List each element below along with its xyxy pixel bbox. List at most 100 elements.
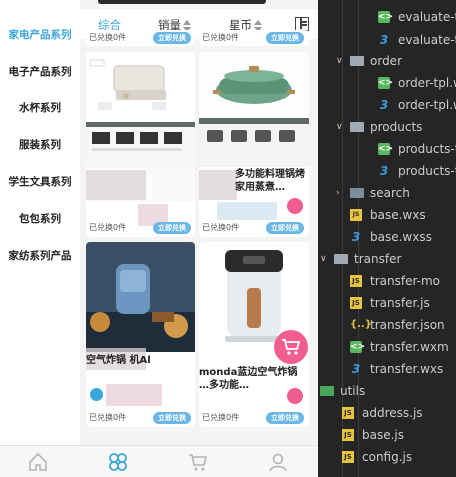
explorer-item[interactable]: {..} transfer.json xyxy=(318,314,456,336)
explorer-item[interactable]: 3 products-t xyxy=(318,160,456,182)
home-icon[interactable] xyxy=(27,451,49,473)
star-icon xyxy=(90,388,103,401)
category-item-clothing[interactable]: 服装系列 xyxy=(0,137,80,152)
category-item-bags[interactable]: 包包系列 xyxy=(0,211,80,226)
blurred-price xyxy=(106,384,162,406)
explorer-item[interactable]: <> transfer.wxm xyxy=(318,336,456,358)
redeem-button[interactable]: 立即兑换 xyxy=(153,32,191,44)
cart-tab-icon[interactable] xyxy=(187,451,209,473)
category-item-textiles[interactable]: 家纺系列产品 xyxy=(0,248,80,263)
mini-program-preview: 家电产品系列 电子产品系列 水杯系列 服装系列 学生文具系列 包包系列 家纺系列… xyxy=(0,0,318,477)
explorer-item-label: transfer.wxm xyxy=(370,340,449,354)
explorer-item[interactable]: 3 transfer.wxs xyxy=(318,358,456,380)
sold-count: 已兑换0件 xyxy=(89,413,127,422)
explorer-item-label: base.wxss xyxy=(370,230,432,244)
explorer-item-label: evaluate-t xyxy=(398,33,456,47)
shopping-cart-icon xyxy=(282,339,301,355)
chevron-right-icon[interactable]: › xyxy=(336,182,340,204)
product-name: 多功能料理锅烤 家用蒸煮… xyxy=(235,169,305,193)
bottom-tab-bar xyxy=(0,445,318,477)
explorer-item-label: transfer-mo xyxy=(370,274,440,288)
cart-icon[interactable] xyxy=(287,388,303,404)
folder-icon xyxy=(350,56,364,66)
category-item-appliances[interactable]: 家电产品系列 xyxy=(0,27,80,42)
explorer-item[interactable]: ∨utils xyxy=(318,380,456,402)
category-item-electronics[interactable]: 电子产品系列 xyxy=(0,64,80,79)
profile-icon[interactable] xyxy=(267,451,289,473)
folder-icon xyxy=(350,188,364,198)
category-sidebar: 家电产品系列 电子产品系列 水杯系列 服装系列 学生文具系列 包包系列 家纺系列… xyxy=(0,0,80,445)
explorer-item-label: evaluate-t xyxy=(398,10,456,24)
blurred-product-name xyxy=(199,170,237,200)
explorer-item[interactable]: <> evaluate-t xyxy=(318,6,456,28)
explorer-item-label: base.wxs xyxy=(370,208,426,222)
folder-icon xyxy=(320,386,334,396)
explorer-item-label: utils xyxy=(340,384,366,398)
explorer-item[interactable]: JS base.wxs xyxy=(318,204,456,226)
css-file-icon: 3 xyxy=(379,33,389,47)
redeem-button[interactable]: 立即兑换 xyxy=(266,32,304,44)
product-card[interactable]: 已兑换0件 立即兑换 xyxy=(86,30,195,46)
explorer-item-label: transfer.wxs xyxy=(370,362,444,376)
js-file-icon: JS xyxy=(342,451,354,463)
product-card[interactable]: 已兑换0件 立即兑换 xyxy=(199,30,309,46)
explorer-item[interactable]: 3 evaluate-t xyxy=(318,29,456,51)
explorer-item[interactable]: 3 order-tpl.w xyxy=(318,94,456,116)
product-card[interactable]: 已兑换0件 立即兑换 xyxy=(86,52,195,237)
explorer-item-label: transfer.js xyxy=(370,296,430,310)
sold-count: 已兑换0件 xyxy=(202,413,240,422)
explorer-item[interactable]: <> order-tpl.w xyxy=(318,72,456,94)
sold-count: 已兑换0件 xyxy=(89,223,127,232)
css-file-icon: 3 xyxy=(351,362,361,376)
json-file-icon: {..} xyxy=(350,319,372,330)
product-card[interactable]: 多功能料理锅烤 家用蒸煮… 已兑换0件 立即兑换 xyxy=(199,52,309,237)
sold-count: 已兑换0件 xyxy=(89,33,127,42)
explorer-item-label: order xyxy=(370,54,402,68)
search-bar-edge xyxy=(98,0,266,4)
product-card[interactable]: 空气炸锅 机Al 已兑换0件 立即兑换 xyxy=(86,242,195,427)
product-name: 空气炸锅 机Al xyxy=(86,355,151,366)
explorer-item-label: transfer.json xyxy=(370,318,445,332)
explorer-item[interactable]: JS address.js xyxy=(318,402,456,424)
chevron-down-icon[interactable]: ∨ xyxy=(336,116,343,138)
layout-toggle-icon[interactable] xyxy=(295,17,309,31)
redeem-button[interactable]: 立即兑换 xyxy=(266,412,304,424)
category-icon[interactable] xyxy=(107,451,129,473)
explorer-item[interactable]: JS config.js xyxy=(318,446,456,468)
explorer-item[interactable]: ∨ order xyxy=(318,50,456,72)
sold-count: 已兑换0件 xyxy=(202,223,240,232)
explorer-item[interactable]: JS base.js xyxy=(318,424,456,446)
redeem-button[interactable]: 立即兑换 xyxy=(153,412,191,424)
js-file-icon: JS xyxy=(342,407,354,419)
explorer-item-label: products xyxy=(370,120,423,134)
js-file-icon: JS xyxy=(350,297,362,309)
redeem-button[interactable]: 立即兑换 xyxy=(153,222,191,234)
explorer-item-label: search xyxy=(370,186,410,200)
product-image xyxy=(199,52,309,167)
explorer-item-label: transfer xyxy=(354,252,402,266)
explorer-item[interactable]: 3 base.wxss xyxy=(318,226,456,248)
category-item-cups[interactable]: 水杯系列 xyxy=(0,100,80,115)
cart-icon[interactable] xyxy=(287,198,303,214)
explorer-item-label: address.js xyxy=(362,406,423,420)
explorer-item[interactable]: JS transfer.js xyxy=(318,292,456,314)
wxs-file-icon: JS xyxy=(350,209,362,221)
css-file-icon: 3 xyxy=(351,230,361,244)
explorer-item-label: products-t xyxy=(398,164,456,178)
explorer-item[interactable]: <> products-t xyxy=(318,138,456,160)
floating-cart-button[interactable] xyxy=(274,330,308,364)
blurred-price xyxy=(217,202,277,220)
explorer-item-label: base.js xyxy=(362,428,405,442)
explorer-item-label: products-t xyxy=(398,142,456,156)
chevron-down-icon[interactable]: ∨ xyxy=(320,248,327,270)
explorer-item[interactable]: JS transfer-mo xyxy=(318,270,456,292)
js-file-icon: JS xyxy=(350,275,362,287)
redeem-button[interactable]: 立即兑换 xyxy=(266,222,304,234)
explorer-item[interactable]: ∨ transfer xyxy=(318,248,456,270)
chevron-down-icon[interactable]: ∨ xyxy=(336,50,343,72)
explorer-item[interactable]: ∨ products xyxy=(318,116,456,138)
js-file-icon: JS xyxy=(342,429,354,441)
folder-icon xyxy=(350,122,364,132)
category-item-stationery[interactable]: 学生文具系列 xyxy=(0,174,80,189)
explorer-item[interactable]: › search xyxy=(318,182,456,204)
